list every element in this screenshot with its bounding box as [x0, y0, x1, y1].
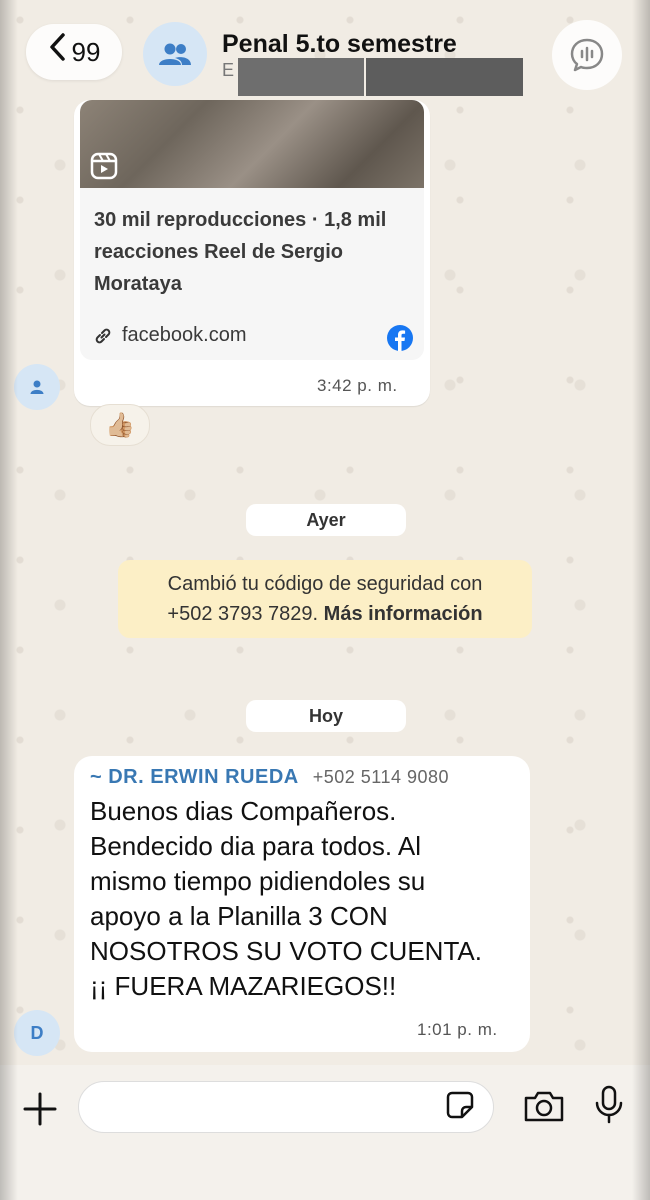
link-icon	[95, 328, 111, 343]
more-info-link[interactable]: Más información	[324, 603, 483, 625]
plus-icon	[23, 1092, 57, 1126]
link-preview-title: 30 mil reproducciones · 1,8 mil reaccion…	[94, 209, 387, 295]
date-chip-yesterday: Ayer	[246, 504, 406, 536]
notice-phone-number: +502 3793 7829.	[167, 603, 319, 625]
link-preview-card[interactable]: 30 mil reproducciones · 1,8 mil reaccion…	[80, 100, 424, 360]
audio-call-button[interactable]	[552, 20, 622, 90]
group-title[interactable]: Penal 5.to semestre	[222, 30, 457, 59]
message-bubble[interactable]: ~ DR. ERWIN RUEDA +502 5114 9080 Buenos …	[74, 756, 530, 1052]
redaction-block	[238, 58, 364, 96]
screen-edge-shadow	[632, 0, 650, 1200]
security-code-notice[interactable]: Cambió tu código de seguridad con +502 3…	[118, 560, 532, 638]
link-preview-thumbnail	[80, 100, 424, 188]
screen-edge-shadow	[0, 0, 18, 1200]
chat-header: 99 Penal 5.to semestre E	[0, 0, 650, 108]
message-time: 3:42 p. m.	[317, 376, 398, 395]
back-button[interactable]: 99	[26, 24, 122, 80]
notice-line-2: +502 3793 7829. Más información	[118, 599, 532, 629]
message-time: 1:01 p. m.	[417, 1020, 498, 1039]
microphone-icon[interactable]	[594, 1085, 624, 1125]
audio-call-icon	[570, 38, 604, 72]
message-line: NOSOTROS SU VOTO CUENTA.	[90, 936, 482, 966]
link-domain-row: facebook.com	[94, 324, 247, 347]
unread-count: 99	[71, 36, 101, 67]
message-line: apoyo a la Planilla 3 CON	[90, 901, 388, 931]
chevron-left-icon	[48, 32, 66, 68]
message-line: Bendecido dia para todos. Al	[90, 831, 422, 861]
message-line: ¡¡ FUERA MAZARIEGOS!!	[90, 971, 397, 1001]
person-icon	[30, 380, 44, 394]
reel-icon	[90, 152, 118, 180]
date-chip-today: Hoy	[246, 700, 406, 732]
facebook-icon	[387, 325, 413, 351]
message-input[interactable]	[78, 1081, 494, 1133]
group-avatar[interactable]	[143, 22, 207, 86]
notice-line-1: Cambió tu código de seguridad con	[167, 573, 483, 595]
camera-icon[interactable]	[522, 1089, 566, 1123]
message-text: Buenos dias Compañeros. Bendecido dia pa…	[90, 794, 520, 1004]
reaction-badge[interactable]: 👍🏼	[90, 404, 150, 446]
group-icon	[159, 43, 191, 65]
link-message-bubble[interactable]: 30 mil reproducciones · 1,8 mil reaccion…	[74, 100, 430, 406]
redaction-block	[366, 58, 523, 96]
sender-row: ~ DR. ERWIN RUEDA +502 5114 9080	[90, 766, 449, 789]
sticker-icon[interactable]	[444, 1089, 476, 1121]
message-input-bar	[0, 1065, 650, 1200]
message-line: Buenos dias Compañeros.	[90, 796, 397, 826]
message-line: mismo tiempo pidiendoles su	[90, 866, 426, 896]
sender-name[interactable]: ~ DR. ERWIN RUEDA	[90, 766, 299, 789]
attach-button[interactable]	[18, 1087, 62, 1131]
link-domain: facebook.com	[122, 324, 247, 346]
group-subtitle: E	[222, 60, 235, 80]
sender-avatar[interactable]	[14, 364, 60, 410]
sender-avatar[interactable]: D	[14, 1010, 60, 1056]
sender-phone: +502 5114 9080	[312, 767, 450, 787]
